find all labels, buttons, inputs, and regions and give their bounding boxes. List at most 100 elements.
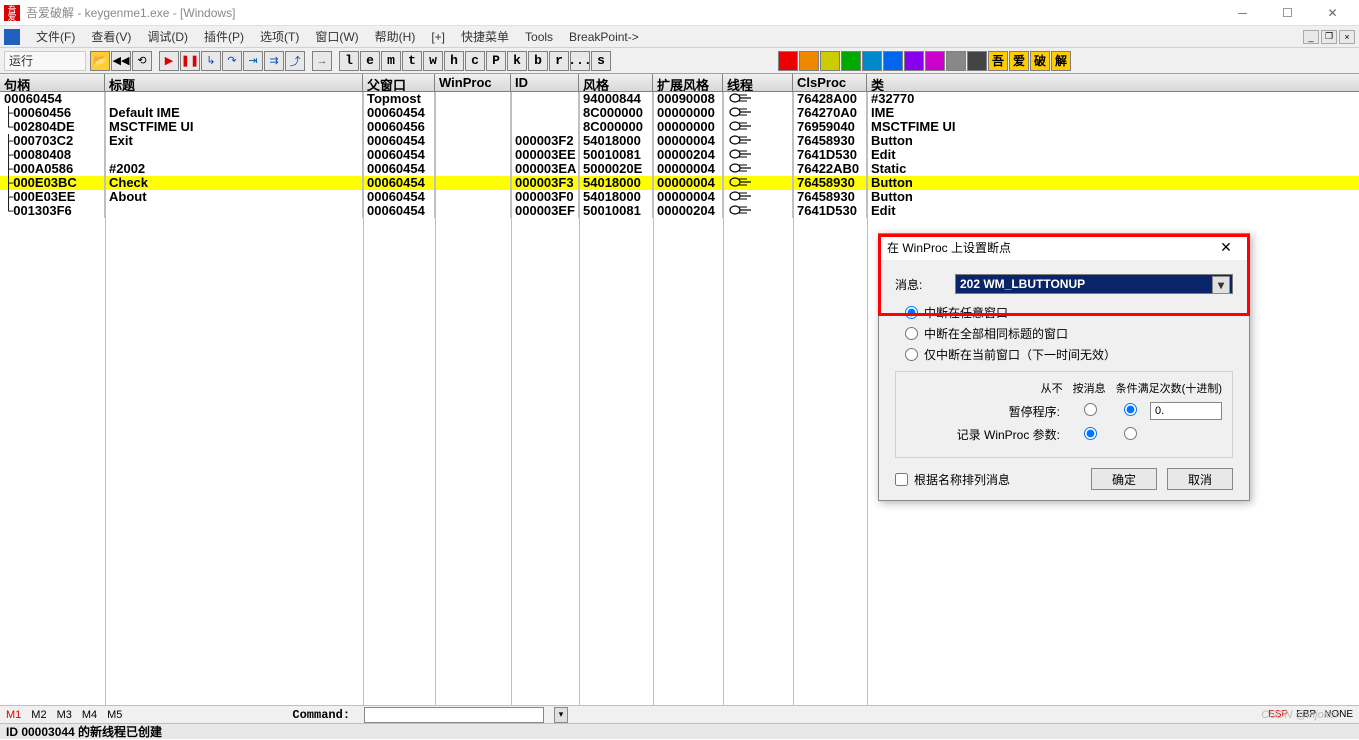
cn-button-吾[interactable]: 吾	[988, 51, 1008, 71]
trace-into-icon[interactable]: ⇥	[243, 51, 263, 71]
view-w-button[interactable]: w	[423, 51, 443, 71]
view-r-button[interactable]: r	[549, 51, 569, 71]
rewind-icon[interactable]: ◀◀	[111, 51, 131, 71]
menu-view[interactable]: 查看(V)	[83, 26, 139, 47]
watermark: CSDN @injoker	[1261, 709, 1339, 721]
restart-icon[interactable]: ⟲	[132, 51, 152, 71]
toolbar: 运行 📂 ◀◀ ⟲ ▶ ❚❚ ↳ ↷ ⇥ ⇉ ⤴ → lemtwhcPkbr..…	[0, 48, 1359, 74]
view-t-button[interactable]: t	[402, 51, 422, 71]
marker-m4[interactable]: M4	[82, 709, 97, 721]
table-row[interactable]: ├000A0586#200200060454000003EA5000020E00…	[0, 162, 1359, 176]
table-row[interactable]: ├000703C2Exit00060454000003F254018000000…	[0, 134, 1359, 148]
dialog-close-button[interactable]: ✕	[1211, 239, 1241, 256]
dialog-title-text: 在 WinProc 上设置断点	[887, 239, 1011, 256]
menu-tools[interactable]: Tools	[517, 28, 561, 46]
table-row[interactable]: ├000E03EEAbout00060454000003F05401800000…	[0, 190, 1359, 204]
run-icon[interactable]: ▶	[159, 51, 179, 71]
status-text: ID 00003044 的新线程已创建	[6, 723, 162, 740]
goto-icon[interactable]: →	[312, 51, 332, 71]
header-clsproc[interactable]: ClsProc	[793, 74, 867, 91]
color-button-3[interactable]	[841, 51, 861, 71]
marker-m2[interactable]: M2	[31, 709, 46, 721]
view-m-button[interactable]: m	[381, 51, 401, 71]
header-winproc[interactable]: WinProc	[435, 74, 511, 91]
run-till-ret-icon[interactable]: ⤴	[285, 51, 305, 71]
radio-any-window[interactable]	[905, 306, 918, 319]
message-dropdown[interactable]: 202 WM_LBUTTONUP	[955, 274, 1233, 294]
sort-checkbox[interactable]	[895, 473, 908, 486]
table-row[interactable]: 00060454Topmost940008440009000876428A00#…	[0, 92, 1359, 106]
view-P-button[interactable]: P	[486, 51, 506, 71]
color-button-4[interactable]	[862, 51, 882, 71]
color-button-7[interactable]	[925, 51, 945, 71]
marker-m5[interactable]: M5	[107, 709, 122, 721]
header-exstyle[interactable]: 扩展风格	[653, 74, 723, 91]
menu-help[interactable]: 帮助(H)	[367, 26, 424, 47]
command-dropdown-button[interactable]: ▾	[554, 707, 568, 723]
table-row[interactable]: ├00060456Default IME000604548C0000000000…	[0, 106, 1359, 120]
maximize-button[interactable]: ☐	[1265, 0, 1310, 26]
header-id[interactable]: ID	[511, 74, 579, 91]
color-button-0[interactable]	[778, 51, 798, 71]
log-never-radio[interactable]	[1084, 427, 1097, 440]
view-...-button[interactable]: ...	[570, 51, 590, 71]
pause-onmsg-radio[interactable]	[1124, 403, 1137, 416]
mdi-close-button[interactable]: ×	[1339, 30, 1355, 44]
color-button-6[interactable]	[904, 51, 924, 71]
cn-button-解[interactable]: 解	[1051, 51, 1071, 71]
table-row[interactable]: ├0008040800060454000003EE500100810000020…	[0, 148, 1359, 162]
menubar: 文件(F) 查看(V) 调试(D) 插件(P) 选项(T) 窗口(W) 帮助(H…	[0, 26, 1359, 48]
color-button-9[interactable]	[967, 51, 987, 71]
log-onmsg-radio[interactable]	[1124, 427, 1137, 440]
ok-button[interactable]: 确定	[1091, 468, 1157, 490]
menu-plus[interactable]: [+]	[423, 28, 453, 46]
header-title[interactable]: 标题	[105, 74, 363, 91]
menu-debug[interactable]: 调试(D)	[139, 26, 196, 47]
color-button-2[interactable]	[820, 51, 840, 71]
header-parent[interactable]: 父窗口	[363, 74, 435, 91]
close-button[interactable]: ✕	[1310, 0, 1355, 26]
menu-file[interactable]: 文件(F)	[28, 26, 83, 47]
header-thread[interactable]: 线程	[723, 74, 793, 91]
open-icon[interactable]: 📂	[90, 51, 110, 71]
step-over-icon[interactable]: ↷	[222, 51, 242, 71]
menu-quick[interactable]: 快捷菜单	[453, 26, 517, 47]
view-b-button[interactable]: b	[528, 51, 548, 71]
mdi-min-button[interactable]: _	[1303, 30, 1319, 44]
cancel-button[interactable]: 取消	[1167, 468, 1233, 490]
color-button-1[interactable]	[799, 51, 819, 71]
color-button-5[interactable]	[883, 51, 903, 71]
command-input[interactable]	[364, 707, 544, 723]
view-l-button[interactable]: l	[339, 51, 359, 71]
header-class[interactable]: 类	[867, 74, 1345, 91]
view-e-button[interactable]: e	[360, 51, 380, 71]
marker-m1[interactable]: M1	[6, 709, 21, 721]
pause-icon[interactable]: ❚❚	[180, 51, 200, 71]
step-into-icon[interactable]: ↳	[201, 51, 221, 71]
table-row[interactable]: └002804DEMSCTFIME UI000604568C0000000000…	[0, 120, 1359, 134]
mdi-restore-button[interactable]: ❐	[1321, 30, 1337, 44]
menu-breakpoint[interactable]: BreakPoint->	[561, 28, 647, 46]
view-h-button[interactable]: h	[444, 51, 464, 71]
table-row[interactable]: └001303F600060454000003EF500100810000020…	[0, 204, 1359, 218]
cn-button-爱[interactable]: 爱	[1009, 51, 1029, 71]
color-button-8[interactable]	[946, 51, 966, 71]
view-k-button[interactable]: k	[507, 51, 527, 71]
menu-window[interactable]: 窗口(W)	[307, 26, 366, 47]
cn-button-破[interactable]: 破	[1030, 51, 1050, 71]
marker-m3[interactable]: M3	[57, 709, 72, 721]
count-input[interactable]	[1150, 402, 1222, 420]
header-handle[interactable]: 句柄	[0, 74, 105, 91]
menu-options[interactable]: 选项(T)	[252, 26, 307, 47]
header-style[interactable]: 风格	[579, 74, 653, 91]
radio-same-title[interactable]	[905, 327, 918, 340]
table-row[interactable]: ├000E03BCCheck00060454000003F35401800000…	[0, 176, 1359, 190]
menu-plugins[interactable]: 插件(P)	[196, 26, 252, 47]
view-s-button[interactable]: s	[591, 51, 611, 71]
message-label: 消息:	[895, 276, 955, 293]
radio-current-window[interactable]	[905, 348, 918, 361]
trace-over-icon[interactable]: ⇉	[264, 51, 284, 71]
minimize-button[interactable]: ─	[1220, 0, 1265, 26]
view-c-button[interactable]: c	[465, 51, 485, 71]
pause-never-radio[interactable]	[1084, 403, 1097, 416]
